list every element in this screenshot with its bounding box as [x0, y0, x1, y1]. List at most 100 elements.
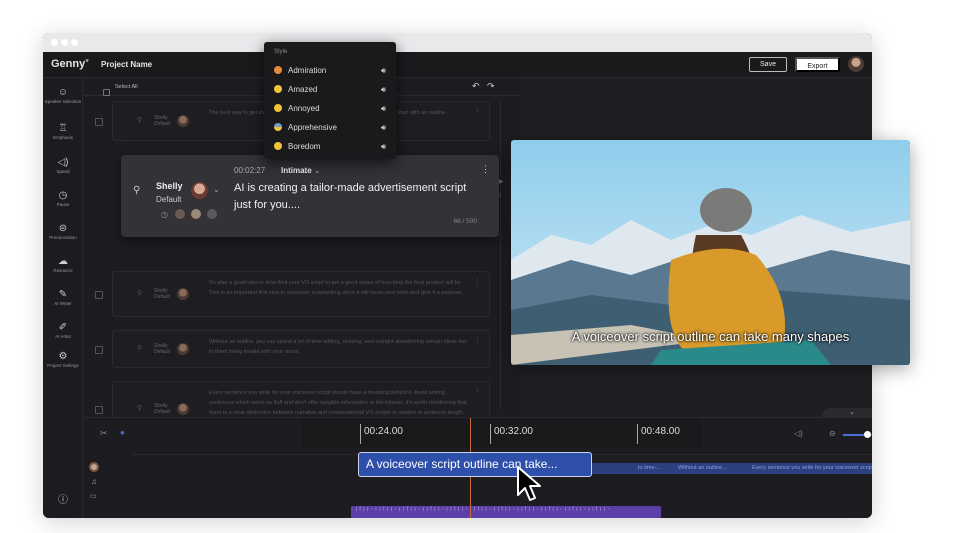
script-row[interactable]: ⚲ Shelly Default Without an outline, you … [95, 330, 490, 368]
more-icon[interactable]: ⋮ [474, 108, 481, 116]
play-icon[interactable]: ▶ [499, 176, 504, 189]
speaker-avatar[interactable] [177, 115, 189, 127]
speaker-avatar[interactable] [191, 182, 208, 199]
zoom-out-icon[interactable]: ⊖ [829, 429, 836, 438]
video-preview[interactable]: A voiceover script outline can take many… [511, 140, 910, 365]
timecode: 00:48.00 [641, 426, 680, 437]
row-text[interactable]: Without an outline, you can spend a lot … [209, 337, 469, 357]
volume-icon[interactable]: ◁) [794, 429, 803, 438]
timecode: 00:24.00 [364, 426, 403, 437]
style-option-boredom[interactable]: Boredom 🔊︎ [274, 140, 386, 154]
pin-icon[interactable]: ⚲ [137, 404, 142, 412]
chevron-down-icon[interactable]: ⌄ [213, 185, 220, 194]
sidebar-item-ai-artist[interactable]: ✐ AI Artist [43, 322, 83, 340]
export-button[interactable]: Export [795, 57, 840, 72]
sidebar-item-emphasis[interactable]: ♖ Emphasis [43, 123, 83, 141]
caption-clip[interactable]: Every sentence you write for your voiceo… [752, 465, 872, 471]
speaker-preview-icon[interactable]: 🔊︎ [381, 140, 386, 154]
more-icon[interactable]: ⋮ [474, 388, 481, 396]
row-checkbox[interactable] [95, 406, 103, 414]
style-dropdown[interactable]: Intimate ⌄ [281, 166, 321, 175]
speaker-preview-icon[interactable]: 🔊︎ [381, 83, 386, 97]
more-icon[interactable]: ⋮ [481, 164, 490, 175]
video-track-icon: ▭ [90, 493, 97, 500]
editor-scrollbar[interactable] [500, 99, 501, 409]
zoom-slider-handle[interactable] [863, 431, 871, 438]
row-checkbox[interactable] [95, 118, 103, 126]
char-count: 66 / 500 [453, 218, 478, 225]
sidebar-item-pronunciation[interactable]: ⊜ Pronunciation [43, 223, 83, 241]
help-icon: ⓘ [58, 495, 68, 506]
sidebar-item-project-settings[interactable]: ⚙ Project Settings [43, 351, 83, 369]
active-script-row[interactable]: ⚲ Shelly Default ⌄ ◷ 00:02:27 Intimate ⌄… [121, 155, 499, 237]
redo-icon[interactable]: ↷ [487, 81, 495, 92]
more-icon[interactable]: ⋮ [474, 278, 481, 286]
emoji-icon [274, 142, 282, 150]
undo-icon[interactable]: ↶ [472, 81, 480, 92]
timecode: 00:32.00 [494, 426, 533, 437]
resource-icon: ☁ [58, 256, 68, 267]
audio-clip[interactable]: -ılıı-ıılıı-ıılıı-ıılıı-ıılıı-ıılıı-ıılı… [351, 506, 661, 518]
pin-icon[interactable]: ⚲ [133, 185, 140, 196]
voice-option-avatar[interactable] [191, 209, 201, 219]
video-caption: A voiceover script outline can take many… [571, 329, 850, 344]
mouse-cursor-icon [517, 466, 541, 501]
style-option-amazed[interactable]: Amazed 🔊︎ [274, 83, 386, 97]
style-option-annoyed[interactable]: Annoyed 🔊︎ [274, 102, 386, 116]
voice-option-avatar[interactable] [175, 209, 185, 219]
help-button[interactable]: ⓘ [43, 495, 83, 507]
refresh-icon[interactable]: ◌ [499, 163, 504, 176]
scissors-icon[interactable]: ✂ [100, 428, 108, 439]
speaker-avatar[interactable] [177, 343, 189, 355]
window-dot[interactable] [51, 39, 58, 46]
emphasis-icon: ♖ [58, 123, 68, 134]
pin-icon[interactable]: ⚲ [137, 289, 142, 297]
collapse-toggle[interactable]: ⌄ [822, 408, 872, 418]
caption-clip[interactable]: to time-... [638, 465, 661, 471]
project-name[interactable]: Project Name [101, 60, 152, 69]
more-icon[interactable]: ⋮ [474, 337, 481, 345]
row-text[interactable]: It's also a good idea to time-limit your… [209, 278, 469, 298]
window-dot[interactable] [61, 39, 68, 46]
timecode-marker [637, 424, 638, 444]
timecode-marker [490, 424, 491, 444]
sidebar-item-pause[interactable]: ◷ Pause [43, 190, 83, 208]
caption-clip[interactable]: Without an outline... [678, 465, 727, 471]
row-checkbox[interactable] [95, 291, 103, 299]
style-option-admiration[interactable]: Admiration 🔊︎ [274, 64, 386, 78]
sidebar-item-ai-writer[interactable]: ✎ AI Writer [43, 289, 83, 307]
emoji-icon [274, 104, 282, 112]
script-row[interactable]: ⚲ Shelly Default It's also a good idea to… [95, 271, 490, 317]
script-text-input[interactable]: AI is creating a tailor-made advertiseme… [234, 180, 469, 214]
speaker-preview-icon[interactable]: 🔊︎ [381, 102, 386, 116]
logo-heart-icon: ♥ [85, 58, 89, 65]
download-icon[interactable]: ⤓ [499, 189, 504, 202]
magnet-icon[interactable]: ● [120, 428, 125, 437]
voice-name: Default [156, 195, 182, 204]
speaker-avatar[interactable] [177, 403, 189, 415]
speaker-preview-icon[interactable]: 🔊︎ [381, 121, 386, 135]
speaker-avatar[interactable] [177, 288, 189, 300]
user-avatar[interactable] [848, 56, 864, 72]
emoji-icon [274, 85, 282, 93]
sidebar-item-resource[interactable]: ☁ Resource [43, 256, 83, 274]
pin-icon[interactable]: ⚲ [137, 116, 142, 124]
speaker-preview-icon[interactable]: 🔊︎ [381, 64, 386, 78]
sidebar-item-speaker-selection[interactable]: ☺ Speaker Selection [43, 87, 83, 105]
chevron-down-icon: ⌄ [849, 409, 855, 416]
row-checkbox[interactable] [95, 346, 103, 354]
selected-caption-clip[interactable]: A voiceover script outline can take... [358, 452, 592, 477]
select-all-label: Select All [115, 84, 138, 90]
save-button[interactable]: Save [749, 57, 787, 72]
select-all-checkbox[interactable] [103, 83, 110, 101]
row-text[interactable]: Every sentence you write for your voiceo… [209, 388, 469, 418]
style-option-apprehensive[interactable]: Apprehensive 🔊︎ [274, 121, 386, 135]
speed-icon: ◁) [57, 157, 69, 168]
ai-artist-icon: ✐ [58, 322, 68, 333]
sidebar-item-speed[interactable]: ◁) Speed [43, 157, 83, 175]
voice-option-avatar[interactable] [207, 209, 217, 219]
zoom-slider[interactable] [843, 431, 872, 438]
window-dot[interactable] [71, 39, 78, 46]
history-icon[interactable]: ◷ [161, 210, 168, 219]
pin-icon[interactable]: ⚲ [137, 344, 142, 352]
